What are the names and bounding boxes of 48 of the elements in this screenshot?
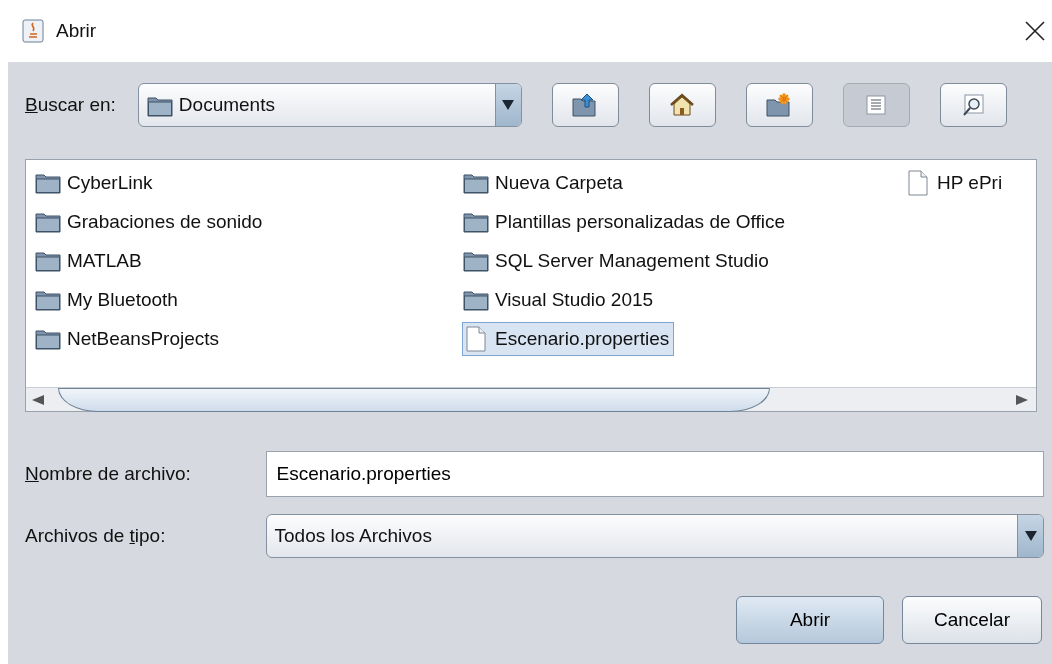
look-in-label: Buscar en: — [25, 92, 116, 117]
new-folder-button[interactable] — [745, 83, 813, 127]
file-item[interactable]: HP ePri — [904, 166, 1008, 200]
folder-item[interactable]: Visual Studio 2015 — [462, 283, 659, 317]
folder-icon — [463, 289, 489, 311]
file-icon — [466, 326, 486, 352]
file-name-label: Nombre de archivo: — [25, 461, 192, 486]
look-in-dropdown[interactable]: Documents — [137, 83, 522, 127]
folder-icon — [35, 172, 61, 194]
scroll-left-icon[interactable] — [32, 394, 44, 405]
folder-icon — [463, 172, 489, 194]
dropdown-arrow-icon — [502, 100, 515, 110]
folder-item[interactable]: Plantillas personalizadas de Office — [462, 205, 791, 239]
new-folder-icon — [766, 93, 793, 117]
scroll-right-icon[interactable] — [1016, 394, 1028, 405]
open-button[interactable]: Abrir — [736, 596, 884, 644]
folder-icon — [463, 250, 489, 272]
dropdown-arrow-icon — [1024, 531, 1037, 541]
window-title: Abrir — [56, 18, 97, 43]
app-icon — [22, 19, 44, 43]
close-icon[interactable] — [1024, 20, 1046, 42]
file-name-field[interactable]: Escenario.properties — [265, 451, 1044, 497]
file-type-label: Archivos de tipo: — [25, 523, 167, 548]
file-type-dropdown[interactable]: Todos los Archivos — [265, 514, 1044, 558]
folder-item[interactable]: Nueva Carpeta — [462, 166, 628, 200]
home-button[interactable] — [648, 83, 716, 127]
up-folder-button[interactable] — [551, 83, 619, 127]
list-view-icon — [866, 95, 887, 115]
cancel-button[interactable]: Cancelar — [902, 596, 1042, 644]
folder-item[interactable]: MATLAB — [34, 244, 147, 278]
details-view-icon — [962, 94, 985, 116]
folder-icon — [146, 94, 173, 117]
folder-icon — [35, 289, 61, 311]
details-view-button[interactable] — [939, 83, 1007, 127]
folder-item[interactable]: SQL Server Management Studio — [462, 244, 774, 278]
folder-item[interactable]: NetBeansProjects — [34, 322, 225, 356]
folder-icon — [35, 328, 61, 350]
folder-icon — [35, 211, 61, 233]
home-icon — [669, 93, 696, 117]
up-folder-icon — [572, 93, 599, 117]
horizontal-scrollbar[interactable] — [26, 387, 1036, 411]
folder-item[interactable]: My Bluetooth — [34, 283, 183, 317]
folder-icon — [35, 250, 61, 272]
folder-item[interactable]: CyberLink — [34, 166, 158, 200]
file-icon — [908, 170, 928, 196]
folder-icon — [463, 211, 489, 233]
folder-item[interactable]: Grabaciones de sonido — [34, 205, 268, 239]
file-item[interactable]: Escenario.properties — [462, 322, 675, 356]
